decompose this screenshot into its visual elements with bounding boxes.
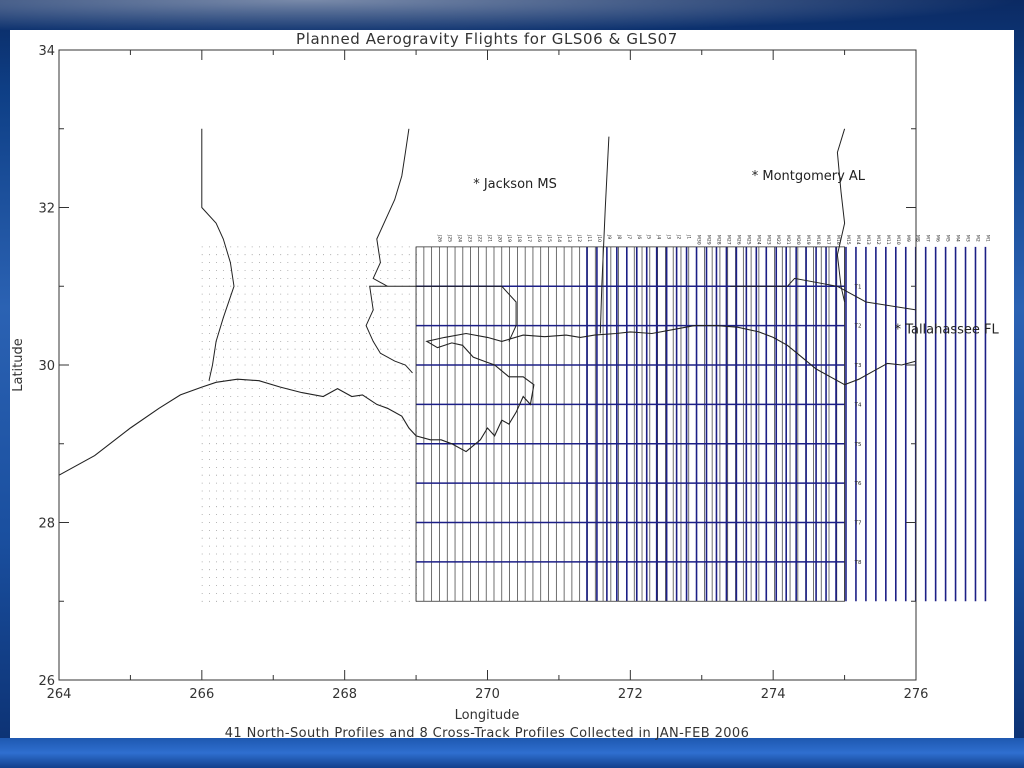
cross-track-label: T2 xyxy=(854,324,862,330)
x-tick-label: 272 xyxy=(618,687,643,702)
ns-profile-label: J22 xyxy=(476,234,482,242)
ns-profile-label: J23 xyxy=(466,234,472,242)
x-axis-label: Longitude xyxy=(455,708,520,723)
cross-track-label: T5 xyxy=(854,442,862,448)
ns-profile-label: J26 xyxy=(437,234,443,242)
axis-ticks: 264 266 268 270 272 274 276 26 28 30 32 34 xyxy=(38,44,928,702)
y-axis-label: Latitude xyxy=(11,338,26,392)
ns-profile-label: M21 xyxy=(785,235,791,245)
city-label: * Montgomery AL xyxy=(752,169,866,184)
x-tick-label: 270 xyxy=(475,687,500,702)
y-tick-label: 28 xyxy=(38,517,55,532)
ns-profile-label: M18 xyxy=(815,235,821,245)
ns-profile-label: M14 xyxy=(855,235,861,245)
state-border xyxy=(836,128,846,303)
ns-profile-label: M5 xyxy=(945,235,951,242)
profile-labels: J26 J25 J24 J23 J22 J21 J20 J19 J18 J17 J16 J15 J14 J… xyxy=(437,234,991,566)
ns-profile-label: J11 xyxy=(586,234,592,242)
ns-profile-label: J14 xyxy=(556,234,562,242)
ns-profile-label: M29 xyxy=(705,235,711,245)
ns-profile-label: J12 xyxy=(576,234,582,242)
ns-profile-label: M7 xyxy=(925,235,931,242)
planned-ns-lines xyxy=(415,246,845,602)
ns-profile-label: M4 xyxy=(955,235,961,242)
y-tick-label: 32 xyxy=(38,202,55,217)
ns-profile-label: J21 xyxy=(486,234,492,242)
dotted-grid-points xyxy=(201,246,417,602)
ns-profile-label: J8 xyxy=(616,234,622,239)
ns-profile-label: M3 xyxy=(965,235,971,242)
cross-track-label: T1 xyxy=(854,284,862,290)
ns-profile-label: M15 xyxy=(845,235,851,245)
ns-profile-label: J7 xyxy=(626,234,632,239)
ns-profile-label: M6 xyxy=(935,235,941,242)
ns-profile-label: J13 xyxy=(566,234,572,242)
gulf-coastline xyxy=(58,325,917,476)
state-border xyxy=(365,128,413,374)
ns-profile-label: M25 xyxy=(745,235,751,245)
cross-track-profiles xyxy=(415,246,845,602)
ns-profile-label: M1 xyxy=(984,235,990,242)
ns-profile-label: M17 xyxy=(825,235,831,245)
ns-profile-label: J19 xyxy=(506,234,512,242)
ns-profile-label: J5 xyxy=(646,234,652,239)
y-tick-label: 30 xyxy=(38,359,55,374)
map-chart: 264 266 268 270 272 274 276 26 28 30 32 34 * Jackso… xyxy=(11,30,1000,741)
chart-title: Planned Aerogravity Flights for GLS06 & … xyxy=(296,30,678,48)
state-border xyxy=(201,128,235,381)
state-border xyxy=(730,277,917,311)
ns-profile-label: J10 xyxy=(596,234,602,242)
ns-profile-label: M8 xyxy=(915,235,921,242)
ns-profile-label: M26 xyxy=(735,235,741,245)
ns-profile-label: M19 xyxy=(805,235,811,245)
x-tick-label: 268 xyxy=(332,687,357,702)
cross-track-label: T7 xyxy=(854,521,862,527)
ns-profile-label: J2 xyxy=(676,234,682,239)
ns-profile-label: M28 xyxy=(715,235,721,245)
ns-profile-label: M20 xyxy=(795,235,801,245)
ns-profile-label: M9 xyxy=(905,235,911,242)
chart-subtitle: 41 North-South Profiles and 8 Cross-Trac… xyxy=(225,726,750,741)
ns-profile-label: J6 xyxy=(636,234,642,239)
x-tick-label: 276 xyxy=(904,687,929,702)
ns-profile-label: J1 xyxy=(686,234,692,239)
ns-profile-label: M11 xyxy=(885,235,891,245)
cross-track-label: T8 xyxy=(854,560,862,566)
ns-profile-label: M22 xyxy=(775,235,781,245)
ns-profile-label: J25 xyxy=(446,234,452,242)
ns-profile-label: M27 xyxy=(725,235,731,245)
ns-profile-label: J24 xyxy=(456,234,462,242)
cross-track-label: T6 xyxy=(854,481,862,487)
collected-ns-profiles xyxy=(586,246,987,602)
y-tick-label: 34 xyxy=(38,44,55,59)
planned-dotted-grid xyxy=(201,246,417,602)
ns-profile-label: M13 xyxy=(865,235,871,245)
ns-profile-label: J16 xyxy=(536,234,542,242)
ns-profile-label: J17 xyxy=(526,234,532,242)
ns-profile-label: J18 xyxy=(516,234,522,242)
ns-profile-label: J4 xyxy=(656,234,662,239)
ns-profile-label: M16 xyxy=(835,235,841,245)
ns-profile-label: M2 xyxy=(974,235,980,242)
state-border xyxy=(387,285,517,342)
city-label: * Jackson MS xyxy=(473,177,557,192)
x-tick-label: 264 xyxy=(47,687,72,702)
ns-profile-label: J15 xyxy=(546,234,552,242)
cross-track-label: T3 xyxy=(854,363,862,369)
x-tick-label: 266 xyxy=(189,687,214,702)
ns-profile-label: J9 xyxy=(606,234,612,239)
survey-area-box xyxy=(415,246,845,602)
ns-profile-label: J3 xyxy=(666,234,672,239)
ns-profile-label: M12 xyxy=(875,235,881,245)
cross-track-label: T4 xyxy=(854,402,862,408)
city-label: * Tallahassee FL xyxy=(895,323,1000,338)
ns-profile-label: M24 xyxy=(755,235,761,245)
ns-profile-label: M23 xyxy=(765,235,771,245)
y-tick-label: 26 xyxy=(38,674,55,689)
x-tick-label: 274 xyxy=(761,687,786,702)
ns-profile-label: M30 xyxy=(696,235,702,245)
ns-profile-label: J20 xyxy=(496,234,502,242)
ns-profile-label: M10 xyxy=(895,235,901,245)
